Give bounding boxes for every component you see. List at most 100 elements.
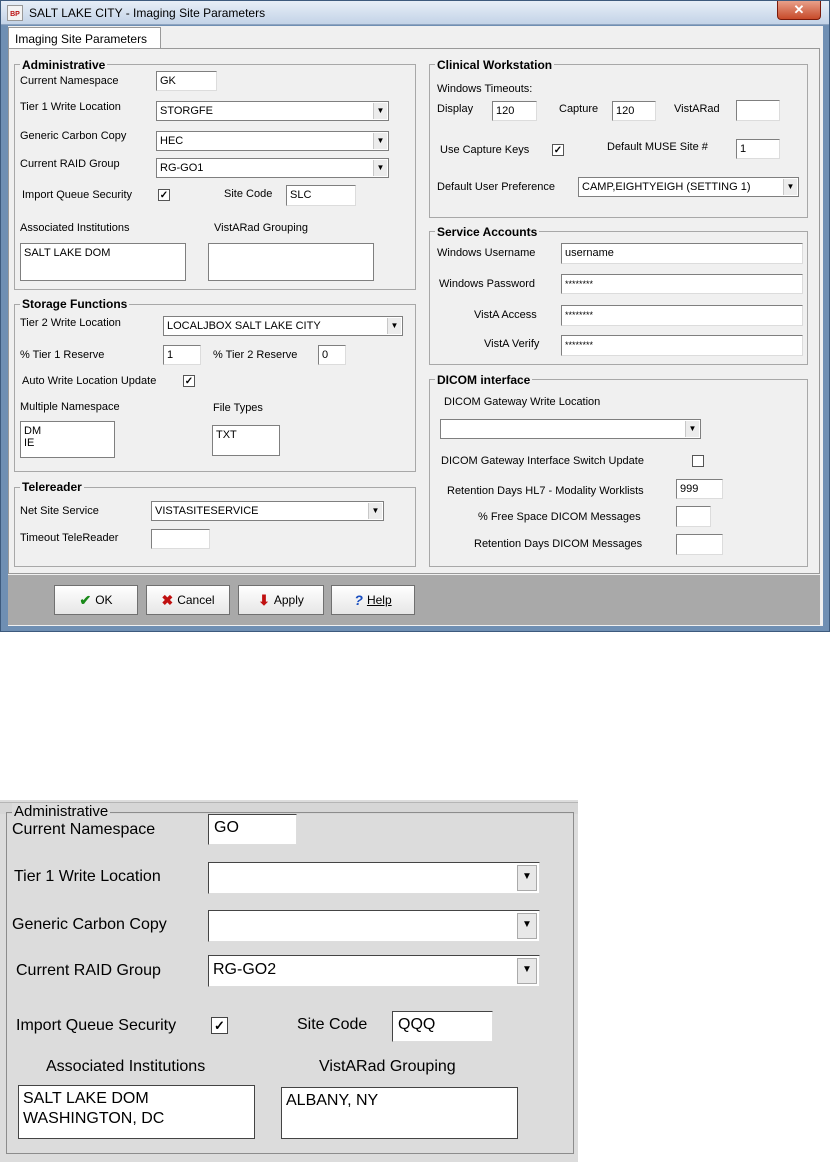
windows-timeouts-label: Windows Timeouts: xyxy=(437,83,533,95)
site-code-label: Site Code xyxy=(224,188,273,200)
help-label: Help xyxy=(366,593,392,607)
administrative-title: Administrative xyxy=(20,58,108,72)
timeout-telereader-input[interactable] xyxy=(151,529,210,549)
zoom-vistarad-grouping-list[interactable]: ALBANY, NY xyxy=(281,1087,518,1139)
clinical-workstation-title: Clinical Workstation xyxy=(435,58,555,72)
multiple-namespace-label: Multiple Namespace xyxy=(20,401,120,413)
vistarad-grouping-list[interactable] xyxy=(208,243,374,281)
title-bar[interactable]: BP SALT LAKE CITY - Imaging Site Paramet… xyxy=(1,1,829,25)
display-timeout-input[interactable]: 120 xyxy=(492,101,537,121)
chevron-down-icon[interactable]: ▼ xyxy=(783,179,797,195)
windows-password-label: Windows Password xyxy=(439,278,535,290)
zoom-generic-carbon-copy-label: Generic Carbon Copy xyxy=(12,916,167,933)
dicom-switch-update-checkbox[interactable] xyxy=(692,455,704,467)
windows-password-input[interactable]: ******** xyxy=(561,274,803,294)
zoom-associated-institutions-list[interactable]: SALT LAKE DOM WASHINGTON, DC xyxy=(18,1085,255,1139)
tier2-reserve-input[interactable]: 0 xyxy=(318,345,346,365)
chevron-down-icon[interactable]: ▼ xyxy=(517,913,537,939)
close-button[interactable]: ✕ xyxy=(777,1,821,20)
multiple-namespace-list[interactable]: DM IE xyxy=(20,421,115,458)
generic-carbon-copy-label: Generic Carbon Copy xyxy=(20,130,127,142)
retention-days-dicom-label: Retention Days DICOM Messages xyxy=(474,538,643,550)
cancel-button[interactable]: ✖ Cancel xyxy=(146,585,230,615)
timeout-telereader-label: Timeout TeleReader xyxy=(20,532,119,544)
chevron-down-icon[interactable]: ▼ xyxy=(373,103,387,119)
dicom-interface-title: DICOM interface xyxy=(435,373,533,387)
free-space-dicom-input[interactable] xyxy=(676,506,711,527)
current-namespace-input[interactable]: GK xyxy=(156,71,217,91)
zoom-current-raid-group-select[interactable]: RG-GO2 ▼ xyxy=(208,955,540,987)
chevron-down-icon[interactable]: ▼ xyxy=(387,318,401,334)
chevron-down-icon[interactable]: ▼ xyxy=(685,421,699,437)
tier1-write-location-select[interactable]: STORGFE ▼ xyxy=(156,101,389,121)
tier1-reserve-input[interactable]: 1 xyxy=(163,345,201,365)
file-types-label: File Types xyxy=(213,402,263,414)
windows-username-input[interactable]: username xyxy=(561,243,803,264)
window-title: SALT LAKE CITY - Imaging Site Parameters xyxy=(29,6,266,20)
ok-label: OK xyxy=(95,593,113,607)
help-button[interactable]: ? Help xyxy=(331,585,415,615)
chevron-down-icon[interactable]: ▼ xyxy=(373,133,387,149)
use-capture-keys-checkbox[interactable]: ✓ xyxy=(552,144,564,156)
default-user-preference-value: CAMP,EIGHTYEIGH (SETTING 1) xyxy=(582,181,751,193)
site-code-input[interactable]: SLC xyxy=(286,185,356,206)
dicom-gateway-write-location-label: DICOM Gateway Write Location xyxy=(444,396,601,408)
apply-button[interactable]: ⬇ Apply xyxy=(238,585,324,615)
chevron-down-icon[interactable]: ▼ xyxy=(517,865,537,891)
file-types-list[interactable]: TXT xyxy=(212,425,280,456)
tier1-write-location-label: Tier 1 Write Location xyxy=(20,101,121,113)
vista-access-input[interactable]: ******** xyxy=(561,305,803,326)
auto-write-location-update-label: Auto Write Location Update xyxy=(22,375,157,387)
question-mark-icon: ? xyxy=(354,592,363,608)
default-muse-site-input[interactable]: 1 xyxy=(736,139,780,159)
chevron-down-icon[interactable]: ▼ xyxy=(517,958,537,984)
vista-verify-input[interactable]: ******** xyxy=(561,335,803,356)
net-site-service-label: Net Site Service xyxy=(20,505,99,517)
zoom-current-raid-group-value: RG-GO2 xyxy=(213,961,277,978)
net-site-service-select[interactable]: VISTASITESERVICE ▼ xyxy=(151,501,384,521)
zoom-generic-carbon-copy-select[interactable]: ▼ xyxy=(208,910,540,942)
telereader-title: Telereader xyxy=(20,480,84,494)
dicom-switch-update-label: DICOM Gateway Interface Switch Update xyxy=(441,455,644,467)
zoom-tier1-write-location-select[interactable]: ▼ xyxy=(208,862,540,894)
retention-days-hl7-label: Retention Days HL7 - Modality Worklists xyxy=(447,485,644,497)
associated-institutions-list[interactable]: SALT LAKE DOM xyxy=(20,243,186,281)
zoomed-administrative-title: Administrative xyxy=(12,803,111,820)
chevron-down-icon[interactable]: ▼ xyxy=(368,503,382,519)
ok-button[interactable]: ✔ OK xyxy=(54,585,138,615)
vistarad-timeout-input[interactable] xyxy=(736,100,780,121)
zoom-site-code-input[interactable]: QQQ xyxy=(392,1011,493,1042)
current-raid-group-select[interactable]: RG-GO1 ▼ xyxy=(156,158,389,178)
zoom-import-queue-security-checkbox[interactable]: ✓ xyxy=(211,1017,228,1034)
arrow-down-icon: ⬇ xyxy=(258,592,270,608)
zoom-current-namespace-label: Current Namespace xyxy=(12,821,156,838)
tier2-write-location-select[interactable]: LOCALJBOX SALT LAKE CITY ▼ xyxy=(163,316,403,336)
tier2-write-location-value: LOCALJBOX SALT LAKE CITY xyxy=(167,320,321,332)
zoom-import-queue-security-label: Import Queue Security xyxy=(16,1017,177,1034)
tab-imaging-site-parameters[interactable]: Imaging Site Parameters xyxy=(8,27,161,49)
use-capture-keys-label: Use Capture Keys xyxy=(440,144,530,156)
vista-access-label: VistA Access xyxy=(474,309,537,321)
current-raid-group-label: Current RAID Group xyxy=(20,158,120,170)
zoom-current-namespace-input[interactable]: GO xyxy=(208,814,297,845)
vista-verify-label: VistA Verify xyxy=(484,338,540,350)
default-muse-site-label: Default MUSE Site # xyxy=(607,141,708,153)
x-icon: ✖ xyxy=(161,592,174,608)
display-timeout-label: Display xyxy=(437,103,474,115)
cancel-label: Cancel xyxy=(177,593,215,607)
chevron-down-icon[interactable]: ▼ xyxy=(373,160,387,176)
auto-write-location-update-checkbox[interactable]: ✓ xyxy=(183,375,195,387)
current-namespace-label: Current Namespace xyxy=(20,75,119,87)
retention-days-hl7-input[interactable]: 999 xyxy=(676,479,723,499)
generic-carbon-copy-select[interactable]: HEC ▼ xyxy=(156,131,389,151)
capture-timeout-input[interactable]: 120 xyxy=(612,101,656,121)
vistarad-timeout-label: VistARad xyxy=(674,103,720,115)
import-queue-security-checkbox[interactable]: ✓ xyxy=(158,189,170,201)
default-user-preference-select[interactable]: CAMP,EIGHTYEIGH (SETTING 1) ▼ xyxy=(578,177,799,197)
checkmark-icon: ✔ xyxy=(79,592,92,608)
tier2-reserve-label: % Tier 2 Reserve xyxy=(213,349,298,361)
dicom-gateway-write-location-select[interactable]: ▼ xyxy=(440,419,701,439)
retention-days-dicom-input[interactable] xyxy=(676,534,723,555)
zoom-vistarad-grouping-label: VistARad Grouping xyxy=(319,1058,456,1075)
tier1-reserve-label: % Tier 1 Reserve xyxy=(20,349,105,361)
